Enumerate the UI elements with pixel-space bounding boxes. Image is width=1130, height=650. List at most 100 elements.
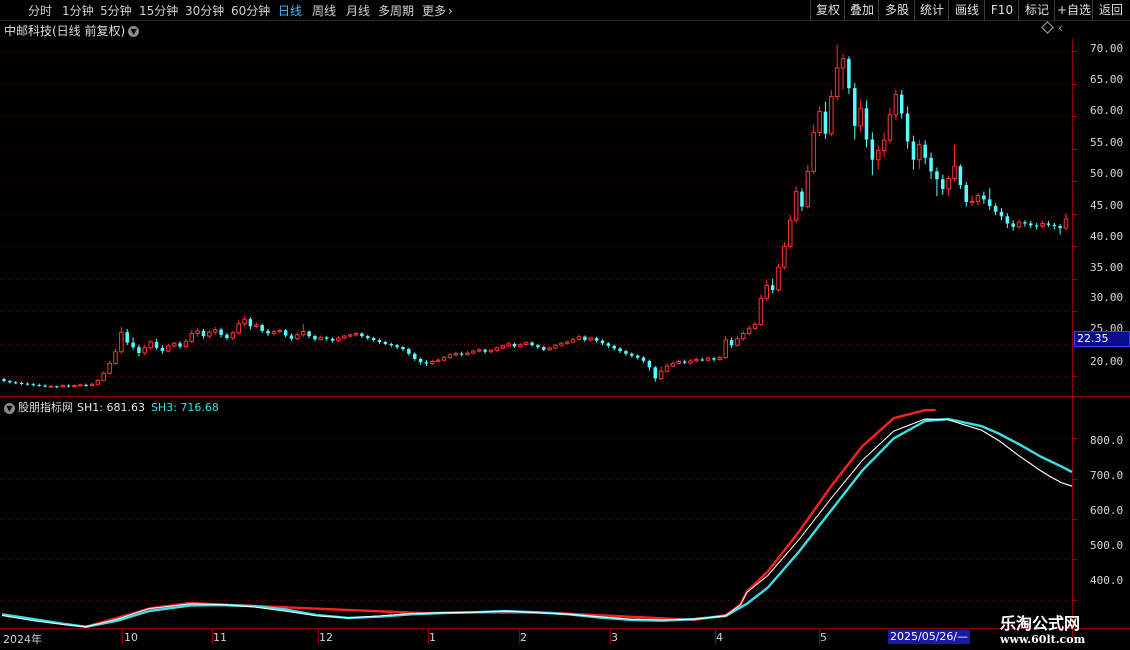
candle-body — [60, 385, 65, 388]
candle-body — [805, 170, 811, 208]
candle-body — [881, 139, 887, 152]
candle-body — [829, 96, 834, 135]
x-axis-label: 1 — [429, 631, 436, 644]
candle-body — [342, 335, 347, 339]
candle-body — [189, 333, 195, 342]
candle-body — [66, 385, 71, 387]
cursor-date-label: 2025/05/26/— — [888, 630, 970, 644]
candle-body — [676, 361, 682, 364]
chart-canvas[interactable] — [0, 0, 1130, 650]
candle-body — [483, 349, 487, 352]
candle-body — [518, 344, 523, 348]
candle-body — [72, 385, 77, 388]
x-axis-label: 5 — [820, 631, 827, 644]
price-tick: 65.00 — [1090, 73, 1124, 86]
candle-body — [823, 111, 828, 134]
candle-body — [688, 360, 693, 364]
candle-body — [935, 171, 939, 180]
indicator-name[interactable]: 股朋指标网 — [18, 401, 73, 414]
candle-body — [712, 358, 716, 360]
x-axis-label: 2024年 — [3, 633, 42, 646]
sh3-value: SH3: 716.68 — [150, 401, 219, 414]
current-price-badge: 22.35 — [1074, 331, 1130, 347]
candle-body — [412, 353, 417, 359]
candle-body — [366, 336, 370, 339]
candle-body — [1046, 223, 1051, 225]
candle-body — [858, 107, 863, 127]
candle-body — [700, 359, 704, 361]
candle-body — [407, 349, 411, 354]
candle-body — [917, 144, 922, 161]
candle-body — [523, 342, 529, 346]
candle-body — [752, 323, 758, 329]
candle-body — [630, 353, 634, 356]
candle-body — [1034, 225, 1039, 227]
candle-body — [694, 359, 699, 362]
candle-body — [717, 357, 723, 361]
candle-body — [787, 219, 793, 247]
candle-body — [89, 383, 95, 387]
candle-body — [1016, 221, 1022, 228]
candle-body — [635, 355, 640, 358]
candle-body — [911, 141, 916, 160]
candle-body — [289, 335, 294, 339]
price-tick: 70.00 — [1090, 42, 1124, 55]
indicator-tick: 600.0 — [1090, 504, 1124, 517]
candle-body — [982, 195, 986, 200]
candle-body — [207, 331, 212, 337]
candle-body — [1029, 223, 1033, 226]
candle-body — [670, 362, 676, 367]
candle-body — [371, 338, 376, 341]
candle-body — [1040, 223, 1045, 227]
x-axis-label: 4 — [716, 631, 723, 644]
candle-body — [741, 333, 746, 340]
candle-body — [647, 360, 652, 368]
candle-body — [847, 58, 851, 89]
candle-body — [2, 379, 6, 382]
indicator-tick: 800.0 — [1090, 434, 1124, 447]
candle-body — [78, 384, 83, 387]
price-tick: 50.00 — [1090, 167, 1124, 180]
candle-body — [154, 341, 159, 348]
candle-body — [653, 367, 658, 379]
candle-body — [494, 347, 500, 351]
candle-body — [512, 343, 517, 347]
candle-body — [594, 338, 599, 341]
price-tick: 30.00 — [1090, 291, 1124, 304]
candle-body — [195, 330, 200, 335]
candle-body — [254, 324, 259, 327]
x-axis-label: 12 — [319, 631, 333, 644]
candle-body — [776, 266, 781, 291]
price-tick: 20.00 — [1090, 355, 1124, 368]
candle-body — [465, 352, 470, 355]
candle-body — [447, 354, 453, 359]
candle-body — [624, 351, 628, 354]
candle-body — [565, 341, 570, 344]
indicator-tick: 400.0 — [1090, 574, 1124, 587]
candle-body — [969, 200, 975, 203]
indicator-tick: 700.0 — [1090, 469, 1124, 482]
candle-body — [260, 325, 264, 331]
chevron-down-icon[interactable]: ▼ — [4, 402, 15, 414]
candle-body — [360, 333, 364, 337]
candle-body — [318, 336, 324, 340]
candle-body — [488, 349, 494, 353]
candle-body — [236, 323, 241, 334]
candle-body — [583, 336, 587, 341]
candle-body — [142, 347, 148, 354]
candle-body — [588, 337, 593, 341]
candle-body — [618, 348, 622, 352]
candle-body — [606, 343, 611, 346]
candle-body — [875, 150, 881, 161]
sh1-line — [1, 418, 1073, 628]
candle-body — [84, 384, 88, 386]
candle-body — [219, 329, 223, 335]
candle-body — [793, 191, 799, 221]
candle-body — [295, 334, 300, 340]
candle-body — [705, 357, 711, 361]
candle-body — [536, 345, 540, 348]
candle-body — [870, 139, 875, 160]
candle-body — [764, 284, 770, 299]
candle-body — [600, 340, 605, 344]
candle-body — [899, 94, 904, 114]
